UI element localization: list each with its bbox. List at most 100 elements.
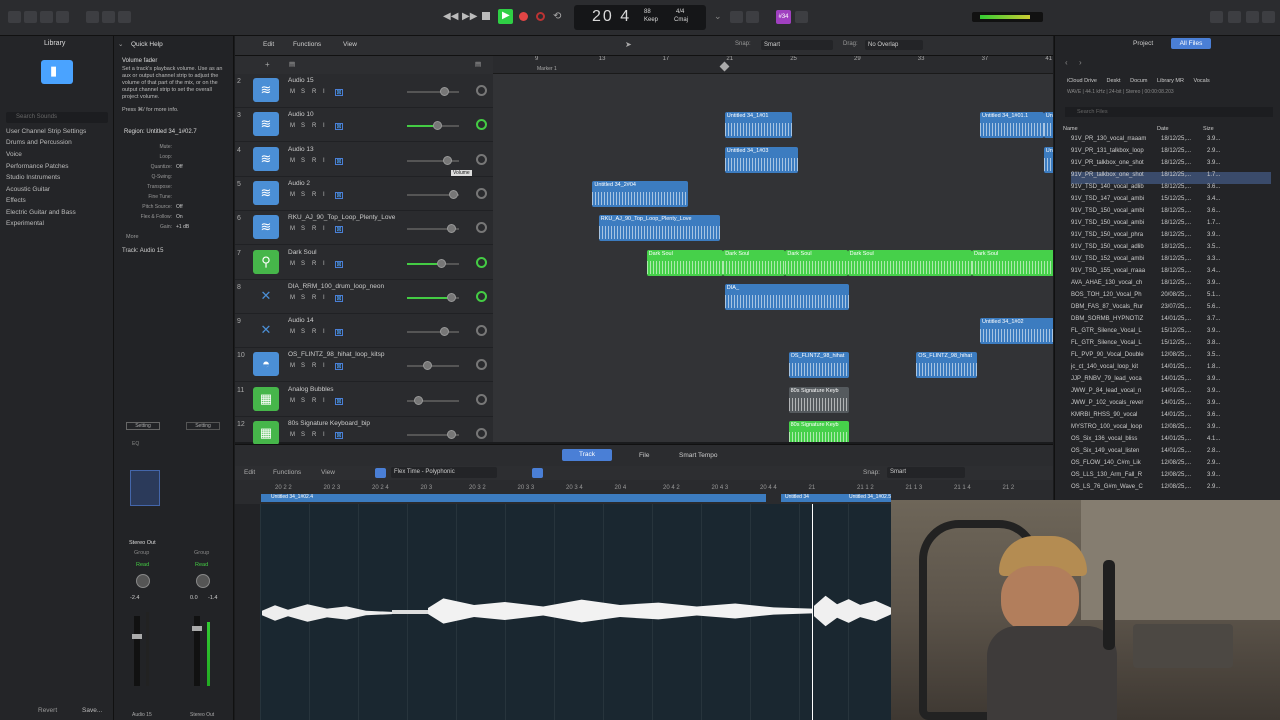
setting-button-right[interactable]: Setting [186, 422, 220, 430]
region[interactable]: Untitled 34_2#04 [592, 180, 689, 207]
editors-icon[interactable] [118, 11, 131, 23]
file-row[interactable]: MYSTRO_100_vocal_loop 12/08/25,... 3.9... [1071, 424, 1271, 436]
file-row[interactable]: JJP_RNBV_79_lead_voca 14/01/25,... 3.9... [1071, 376, 1271, 388]
library-item[interactable]: Electric Guitar and Bass [6, 209, 76, 216]
fader-left-cap[interactable] [132, 634, 142, 639]
catch-icon[interactable] [532, 468, 543, 478]
file-row[interactable]: jc_ct_140_vocal_loop_kit 14/01/25,... 1.8.… [1071, 364, 1271, 376]
volume-slider[interactable] [407, 365, 459, 368]
functions-menu[interactable]: Functions [293, 41, 321, 48]
read-button[interactable]: R [312, 89, 316, 98]
arrange-area[interactable]: 9 13 17 21 25 29 33 37 41 Marker 1 Untitled 34_1… [493, 56, 1053, 442]
editor-region-c[interactable]: Untitled 34_1#02.5 [847, 494, 891, 502]
editor-region-a[interactable]: Untitled 34_1#02.4 [261, 494, 766, 502]
group-label[interactable]: Group [134, 550, 149, 556]
file-row[interactable]: 91V_TSD_152_vocal_ambi 18/12/25,... 3.3... [1071, 256, 1271, 268]
track-name[interactable]: RKU_AJ_90_Top_Loop_Plenty_Love [288, 214, 395, 221]
cycle-icon[interactable]: ⟲ [553, 11, 561, 22]
location-item[interactable]: Vocals [1193, 78, 1209, 84]
save-button[interactable]: Save... [82, 707, 102, 714]
input-monitor-button[interactable]: I [323, 398, 325, 407]
solo-button[interactable]: S [301, 192, 305, 201]
loop-browser-icon[interactable] [1246, 11, 1259, 23]
input-monitor-button[interactable]: I [323, 123, 325, 132]
input-monitor-button[interactable]: I [323, 158, 325, 167]
volume-knob[interactable] [437, 258, 446, 268]
file-row[interactable]: FL_GTR_Silence_Vocal_L 15/12/25,... 3.8... [1071, 340, 1271, 352]
drag-select[interactable]: No Overlap [865, 40, 923, 50]
file-row[interactable]: FL_GTR_Silence_Vocal_L 15/12/25,... 3.9... [1071, 328, 1271, 340]
input-monitor-button[interactable]: I [323, 226, 325, 235]
library-toggle-icon[interactable] [8, 11, 21, 23]
library-item[interactable]: Studio Instruments [6, 174, 60, 181]
track-header[interactable]: 10 ◓ OS_FLINTZ_98_hihat_loop_kitsp M S R… [235, 348, 493, 383]
file-row[interactable]: OS_LS_76_G#m_Wave_C 12/08/25,... 2.9... [1071, 484, 1271, 496]
region-button[interactable]: ⊠ [335, 260, 343, 268]
input-monitor-button[interactable]: I [323, 329, 325, 338]
flex-mode-select[interactable]: Flex Time - Polyphonic [391, 467, 497, 478]
play-button[interactable]: ▶ [498, 9, 513, 24]
volume-slider[interactable] [407, 91, 459, 93]
location-item[interactable]: Deskt [1107, 78, 1121, 84]
col-date[interactable]: Date [1157, 126, 1169, 132]
track-header[interactable]: 2 ≋ Audio 15 M S R I ⊠ [235, 74, 493, 108]
volume-knob[interactable] [440, 327, 449, 337]
tuner-icon[interactable] [795, 11, 808, 23]
file-row[interactable]: DBM_FAS_87_Vocals_Rur 23/07/25,... 5.6... [1071, 304, 1271, 316]
read-button[interactable]: R [312, 295, 316, 304]
track-header[interactable]: 4 ≋ Audio 13 M S R I ⊠ Volume [235, 143, 493, 177]
region-button[interactable]: ⊠ [335, 294, 343, 302]
mute-button[interactable]: M [290, 192, 295, 201]
file-row[interactable]: AVA_AHAE_130_vocal_ch 18/12/25,... 3.9... [1071, 280, 1271, 292]
solo-button[interactable]: S [301, 89, 305, 98]
pan-knob[interactable] [476, 428, 487, 439]
track-header[interactable]: 8 ✕ DIA_RRM_100_drum_loop_neon M S R I ⊠ [235, 280, 493, 314]
file-row[interactable]: 91V_TSD_150_vocal_adlib 18/12/25,... 3.5..… [1071, 244, 1271, 256]
inspector-toggle-icon[interactable] [24, 11, 37, 23]
track-name[interactable]: 80s Signature Keyboard_bip [288, 420, 370, 427]
setting-button[interactable]: Setting [126, 422, 160, 430]
file-row[interactable]: 91V_PR_talkbox_one_shot 18/12/25,... 1.7..… [1071, 172, 1271, 184]
input-monitor-button[interactable]: I [323, 89, 325, 98]
fader-left[interactable] [132, 616, 142, 686]
location-item[interactable]: iCloud Drive [1067, 78, 1097, 84]
add-track-icon[interactable]: + [265, 60, 270, 69]
read-button[interactable]: R [312, 432, 316, 441]
mute-button[interactable]: M [290, 295, 295, 304]
file-row[interactable]: OS_LLS_130_Arm_Fall_R 12/08/25,... 3.9... [1071, 472, 1271, 484]
fast-forward-icon[interactable]: ▶▶ [462, 11, 477, 22]
tab-all-files[interactable]: All Files [1171, 38, 1211, 49]
pan-knob-left[interactable] [136, 574, 150, 588]
volume-knob[interactable] [414, 395, 423, 405]
solo-button[interactable]: S [301, 261, 305, 270]
region[interactable]: DIA_ [724, 283, 850, 310]
volume-slider[interactable] [407, 262, 459, 265]
track-name[interactable]: DIA_RRM_100_drum_loop_neon [288, 283, 384, 290]
file-row[interactable]: 91V_PR_talkbox_one_shot 18/12/25,... 3.9..… [1071, 160, 1271, 172]
region[interactable]: 80s Signature Keyb [788, 386, 850, 413]
track-header[interactable]: 9 ✕ Audio 14 M S R I ⊠ [235, 314, 493, 349]
region-button[interactable]: ⊠ [335, 226, 343, 234]
pan-knob[interactable] [476, 222, 487, 234]
region[interactable]: Dark Soul [847, 249, 973, 276]
editor-view-menu[interactable]: View [321, 469, 335, 476]
read-right[interactable]: Read [195, 562, 208, 568]
tab-track[interactable]: Track [562, 449, 612, 461]
input-monitor-button[interactable]: I [323, 363, 325, 372]
param-value[interactable]: Off [176, 164, 183, 170]
mute-button[interactable]: M [290, 89, 295, 98]
solo-button[interactable]: S [301, 295, 305, 304]
file-row[interactable]: JWW_P_84_lead_vocal_n 14/01/25,... 3.9... [1071, 388, 1271, 400]
metronome-icon[interactable] [746, 11, 759, 23]
param-value[interactable]: Off [176, 204, 183, 210]
mute-button[interactable]: M [290, 226, 295, 235]
read-left[interactable]: Read [136, 562, 149, 568]
volume-knob[interactable] [447, 224, 456, 234]
location-item[interactable]: Library MR [1157, 78, 1184, 84]
file-row[interactable]: JWW_P_102_vocals_rever 14/01/25,... 3.9... [1071, 400, 1271, 412]
file-row[interactable]: 91V_PR_131_talkbox_loop 18/12/25,... 2.9..… [1071, 148, 1271, 160]
playhead-marker[interactable] [719, 61, 730, 72]
capture-record-icon[interactable] [536, 12, 545, 21]
list-editors-icon[interactable] [1210, 11, 1223, 23]
region-button[interactable]: ⊠ [335, 123, 343, 131]
